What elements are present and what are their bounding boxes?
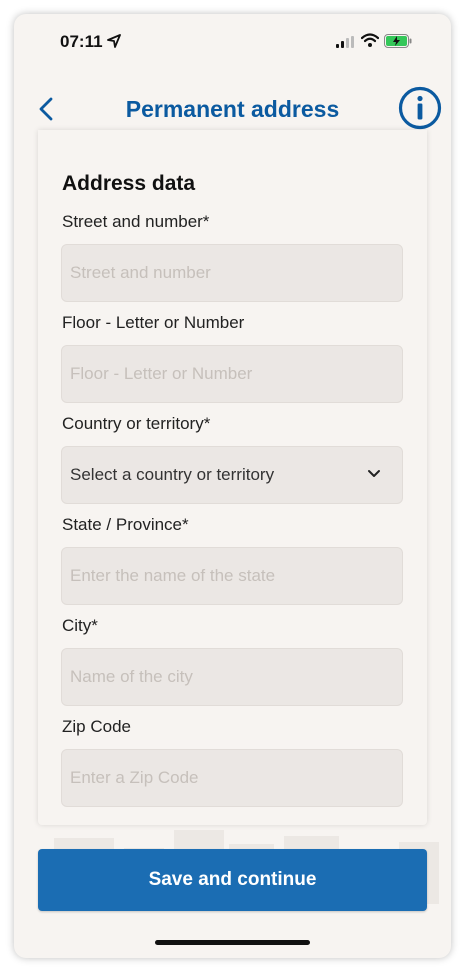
chevron-down-icon <box>368 470 380 477</box>
city-label: City* <box>62 616 98 635</box>
country-select[interactable]: Select a country or territory <box>61 446 403 504</box>
page-title: Permanent address <box>125 96 340 122</box>
info-icon[interactable] <box>398 86 442 130</box>
state-label: State / Province* <box>62 515 189 534</box>
save-and-continue-button[interactable]: Save and continue <box>38 849 427 911</box>
status-time: 07:11 <box>60 32 103 51</box>
floor-input[interactable] <box>70 346 370 402</box>
city-input[interactable] <box>70 649 370 705</box>
zip-field[interactable] <box>61 749 403 807</box>
street-field[interactable] <box>61 244 403 302</box>
address-form-card: Address data Street and number* Floor - … <box>38 130 427 825</box>
state-input[interactable] <box>70 548 370 604</box>
zip-label: Zip Code <box>62 717 131 736</box>
section-title: Address data <box>62 172 196 195</box>
street-label: Street and number* <box>62 212 210 231</box>
status-bar: 07:11 <box>14 14 451 66</box>
floor-field[interactable] <box>61 345 403 403</box>
phone-screen: 07:11 Permanent address Address data Str… <box>14 14 451 958</box>
location-arrow-icon <box>107 34 121 48</box>
signal-icon <box>336 36 354 48</box>
nav-bar: Permanent address <box>14 76 451 136</box>
street-input[interactable] <box>70 245 370 301</box>
city-field[interactable] <box>61 648 403 706</box>
country-label: Country or territory* <box>62 414 211 433</box>
battery-charging-icon <box>384 34 412 48</box>
zip-input[interactable] <box>70 750 370 806</box>
wifi-icon <box>361 33 379 47</box>
state-field[interactable] <box>61 547 403 605</box>
floor-label: Floor - Letter or Number <box>62 313 245 332</box>
home-indicator <box>155 940 310 945</box>
country-select-placeholder: Select a country or territory <box>70 465 275 484</box>
